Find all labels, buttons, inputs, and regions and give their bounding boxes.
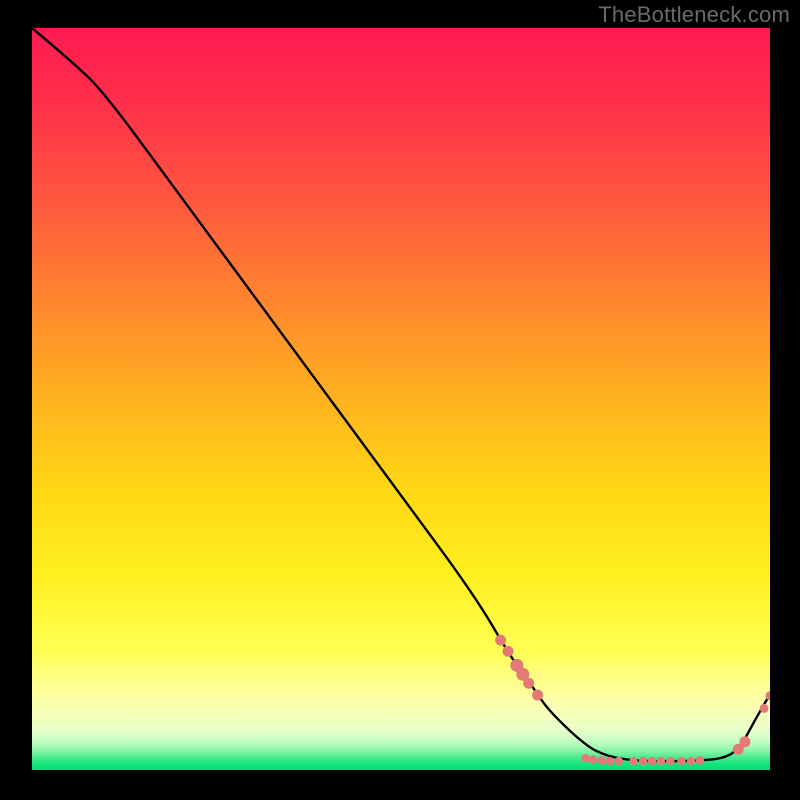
curve-marker xyxy=(606,757,614,765)
curve-marker xyxy=(657,757,665,765)
curve-marker xyxy=(615,757,623,765)
curve-marker xyxy=(581,754,589,762)
curve-marker xyxy=(696,756,704,764)
curve-marker xyxy=(629,757,637,765)
curve-marker xyxy=(589,755,597,763)
curve-marker xyxy=(503,646,514,657)
curve-marker xyxy=(739,736,750,747)
chart-overlay xyxy=(32,28,770,770)
watermark-text: TheBottleneck.com xyxy=(598,2,790,28)
curve-marker xyxy=(760,704,769,713)
chart-frame: TheBottleneck.com xyxy=(0,0,800,800)
curve-marker xyxy=(532,690,543,701)
curve-marker xyxy=(648,757,656,765)
plot-area xyxy=(32,28,770,770)
curve-marker xyxy=(677,757,685,765)
curve-markers xyxy=(495,635,770,766)
curve-marker xyxy=(598,756,606,764)
curve-marker xyxy=(666,757,674,765)
curve-marker xyxy=(495,635,506,646)
curve-marker xyxy=(687,757,695,765)
curve-marker xyxy=(523,678,534,689)
curve-marker xyxy=(639,757,647,765)
curve-line xyxy=(32,28,770,761)
